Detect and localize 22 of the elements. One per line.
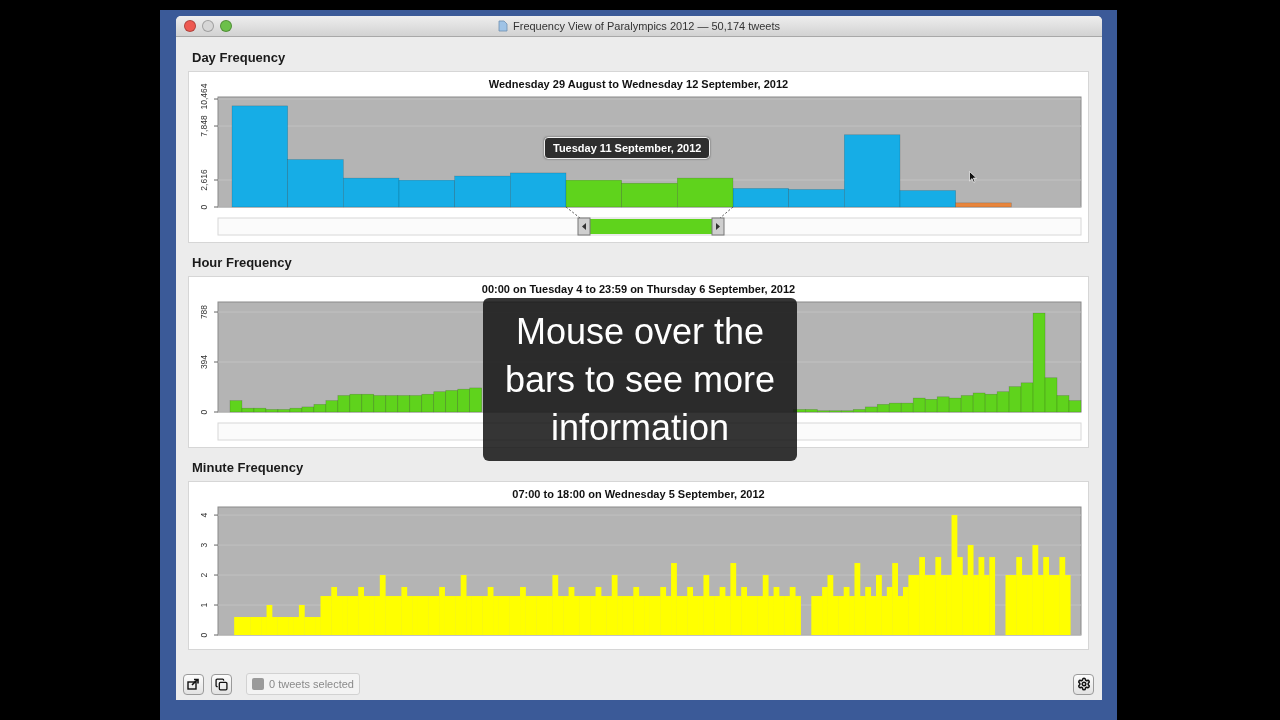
axis-tick-label: 10,464 [199, 83, 210, 110]
section-heading: Day Frequency [191, 48, 287, 67]
chart-title: 00:00 on Tuesday 4 to 23:59 on Thursday 6 September, 2012 [481, 282, 796, 296]
axis-tick-label: 788 [199, 304, 210, 320]
section-heading: Minute Frequency [191, 458, 305, 477]
axis-tick-label: 0 [199, 632, 210, 638]
axis-tick-label: 2,616 [199, 169, 210, 191]
axis-tick-label: 4 [199, 512, 210, 518]
axis-tick-label: 394 [199, 354, 210, 370]
chart-title: 07:00 to 18:00 on Wednesday 5 September, 2012 [512, 487, 765, 501]
axis-tick-label: 0 [199, 409, 210, 415]
axis-tick-label: 2 [199, 572, 210, 578]
axis-tick-label: 3 [199, 542, 210, 548]
axis-tick-label: 7,848 [199, 115, 210, 137]
window-title: Frequency View of Paralympics 2012 — 50,174 tweets [513, 20, 780, 32]
axis-tick-label: 0 [199, 204, 210, 210]
tooltip: Tuesday 11 September, 2012 [544, 137, 711, 159]
section-heading: Hour Frequency [191, 253, 293, 272]
chart-title: Wednesday 29 August to Wednesday 12 September, 2012 [488, 77, 789, 91]
selection-count: 0 tweets selected [269, 678, 354, 690]
axis-tick-label: 1 [199, 602, 210, 608]
video-caption: Mouse over the bars to see more information [483, 298, 797, 461]
